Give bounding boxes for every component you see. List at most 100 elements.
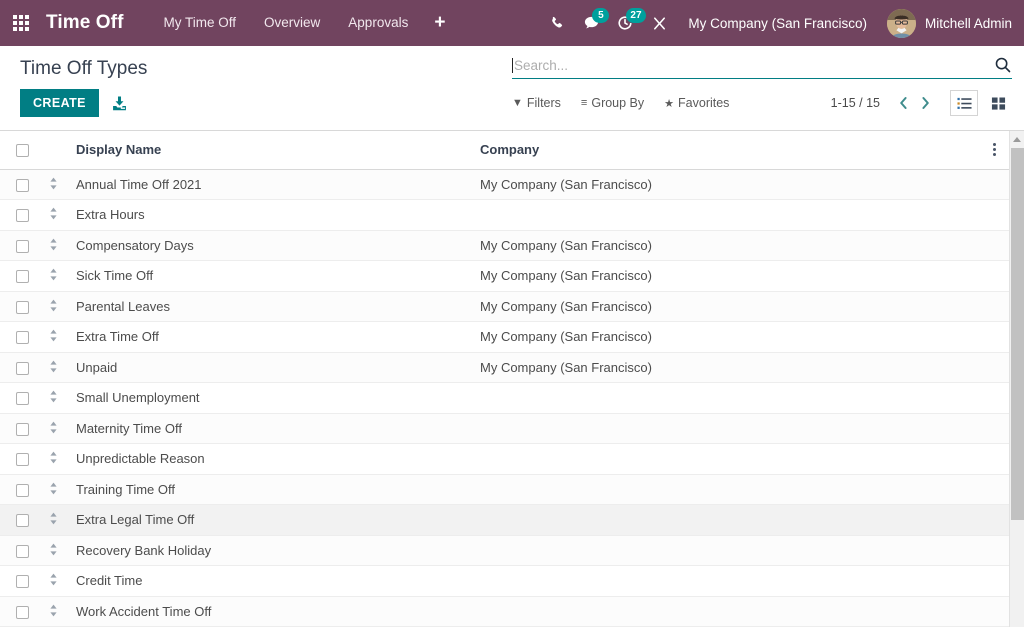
table-row[interactable]: Sick Time OffMy Company (San Francisco) <box>0 261 1009 292</box>
table-row[interactable]: Parental LeavesMy Company (San Francisco… <box>0 291 1009 322</box>
company-switcher[interactable]: My Company (San Francisco) <box>676 16 883 31</box>
row-checkbox[interactable] <box>16 423 29 436</box>
table-row[interactable]: Unpredictable Reason <box>0 444 1009 475</box>
row-checkbox[interactable] <box>16 392 29 405</box>
table-row[interactable]: Extra Time OffMy Company (San Francisco) <box>0 322 1009 353</box>
drag-handle-icon[interactable] <box>46 573 60 589</box>
table-row[interactable]: Maternity Time Off <box>0 413 1009 444</box>
wrench-tools-icon[interactable] <box>642 0 676 46</box>
row-select-cell <box>0 566 46 597</box>
kanban-view-button[interactable] <box>984 90 1012 116</box>
table-row[interactable]: Compensatory DaysMy Company (San Francis… <box>0 230 1009 261</box>
drag-handle-icon[interactable] <box>46 512 60 528</box>
row-checkbox[interactable] <box>16 240 29 253</box>
select-all-checkbox[interactable] <box>16 144 29 157</box>
table-row[interactable]: Work Accident Time Off <box>0 596 1009 627</box>
filter-icon: ▼ <box>512 97 523 109</box>
row-handle-cell <box>46 352 76 383</box>
row-checkbox[interactable] <box>16 362 29 375</box>
row-checkbox[interactable] <box>16 484 29 497</box>
row-checkbox[interactable] <box>16 270 29 283</box>
drag-handle-icon[interactable] <box>46 177 60 193</box>
row-select-cell <box>0 444 46 475</box>
drag-handle-icon[interactable] <box>46 329 60 345</box>
control-panel-right: ▼ Filters ≡ Group By ★ Favorites 1-15 / … <box>512 46 1012 116</box>
drag-handle-icon[interactable] <box>46 451 60 467</box>
table-row[interactable]: Annual Time Off 2021My Company (San Fran… <box>0 169 1009 200</box>
nav-item-overview[interactable]: Overview <box>250 0 334 46</box>
cell-company: My Company (San Francisco) <box>480 230 980 261</box>
row-select-cell <box>0 474 46 505</box>
control-panel-left: Time Off Types CREATE <box>20 46 512 117</box>
search-tools: ▼ Filters ≡ Group By ★ Favorites 1-15 / … <box>512 90 1012 116</box>
search-icon[interactable] <box>994 56 1012 74</box>
drag-handle-icon[interactable] <box>46 604 60 620</box>
table-row[interactable]: UnpaidMy Company (San Francisco) <box>0 352 1009 383</box>
row-handle-cell <box>46 535 76 566</box>
search-bar[interactable] <box>512 56 1012 79</box>
search-input[interactable] <box>514 58 994 73</box>
row-select-cell <box>0 413 46 444</box>
list-view-button[interactable] <box>950 90 978 116</box>
cell-company <box>480 444 980 475</box>
filters-button[interactable]: ▼ Filters <box>512 96 561 110</box>
apps-grid-icon[interactable] <box>6 0 36 46</box>
drag-handle-icon[interactable] <box>46 268 60 284</box>
row-handle-cell <box>46 566 76 597</box>
drag-handle-icon[interactable] <box>46 238 60 254</box>
column-header-company[interactable]: Company <box>480 131 980 169</box>
row-checkbox[interactable] <box>16 514 29 527</box>
scrollbar-thumb[interactable] <box>1011 148 1024 520</box>
row-checkbox[interactable] <box>16 545 29 558</box>
row-checkbox[interactable] <box>16 179 29 192</box>
cell-company <box>480 383 980 414</box>
row-checkbox[interactable] <box>16 453 29 466</box>
user-name-label: Mitchell Admin <box>925 16 1012 31</box>
chevron-right-icon[interactable] <box>914 92 936 114</box>
table-row[interactable]: Extra Hours <box>0 200 1009 231</box>
drag-handle-icon[interactable] <box>46 543 60 559</box>
cell-display-name: Credit Time <box>76 566 480 597</box>
row-checkbox[interactable] <box>16 606 29 619</box>
table-row[interactable]: Extra Legal Time Off <box>0 505 1009 536</box>
row-checkbox[interactable] <box>16 209 29 222</box>
nav-new-button[interactable]: + <box>422 0 457 46</box>
drag-handle-icon[interactable] <box>46 482 60 498</box>
column-options-icon[interactable] <box>980 143 1009 156</box>
app-brand-title[interactable]: Time Off <box>46 12 124 34</box>
row-select-cell <box>0 596 46 627</box>
drag-handle-icon[interactable] <box>46 421 60 437</box>
drag-handle-icon[interactable] <box>46 360 60 376</box>
row-select-cell <box>0 200 46 231</box>
phone-icon[interactable] <box>540 0 574 46</box>
activity-clock-icon[interactable]: 27 <box>608 0 642 46</box>
chevron-left-icon[interactable] <box>892 92 914 114</box>
select-all-cell <box>0 131 46 169</box>
drag-handle-icon[interactable] <box>46 299 60 315</box>
pager-range[interactable]: 1-15 / 15 <box>831 96 880 110</box>
vertical-scrollbar[interactable] <box>1009 131 1024 627</box>
table-row[interactable]: Recovery Bank Holiday <box>0 535 1009 566</box>
row-checkbox[interactable] <box>16 575 29 588</box>
row-options-cell <box>980 505 1009 536</box>
messages-icon[interactable]: 5 <box>574 0 608 46</box>
column-header-display-name[interactable]: Display Name <box>76 131 480 169</box>
table-row[interactable]: Small Unemployment <box>0 383 1009 414</box>
handle-header-cell <box>46 131 76 169</box>
create-button[interactable]: CREATE <box>20 89 99 117</box>
drag-handle-icon[interactable] <box>46 207 60 223</box>
table-row[interactable]: Training Time Off <box>0 474 1009 505</box>
nav-item-approvals[interactable]: Approvals <box>334 0 422 46</box>
table-row[interactable]: Credit Time <box>0 566 1009 597</box>
nav-item-my-time-off[interactable]: My Time Off <box>150 0 251 46</box>
scroll-up-arrow-icon[interactable] <box>1010 131 1024 147</box>
import-download-icon[interactable] <box>109 92 131 114</box>
row-select-cell <box>0 169 46 200</box>
row-checkbox[interactable] <box>16 331 29 344</box>
group-by-button[interactable]: ≡ Group By <box>581 96 644 110</box>
row-checkbox[interactable] <box>16 301 29 314</box>
user-menu[interactable]: Mitchell Admin <box>883 9 1012 38</box>
drag-handle-icon[interactable] <box>46 390 60 406</box>
favorites-button[interactable]: ★ Favorites <box>664 96 729 110</box>
cell-company <box>480 413 980 444</box>
